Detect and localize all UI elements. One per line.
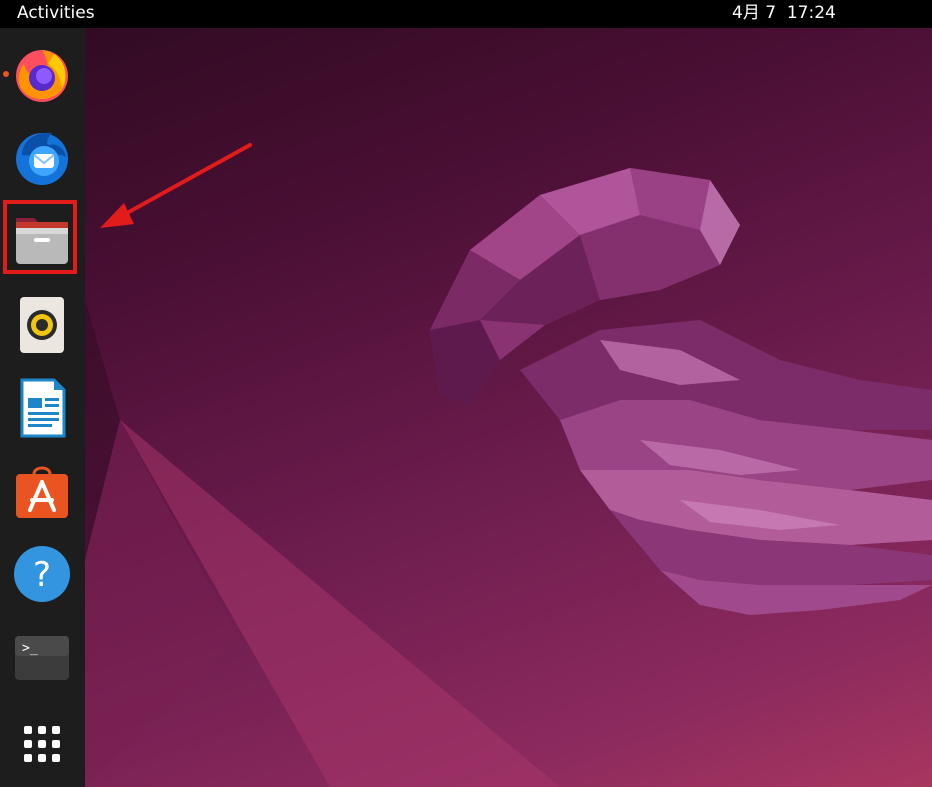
- terminal-icon: >_: [15, 636, 69, 680]
- terminal-prompt: >_: [22, 641, 38, 656]
- wallpaper-jellyfish: [85, 168, 932, 787]
- dock-item-rhythmbox[interactable]: [10, 293, 74, 357]
- app-grid-icon: [24, 726, 60, 762]
- dock-item-help[interactable]: ?: [10, 542, 74, 606]
- dock-item-thunderbird[interactable]: [10, 125, 74, 189]
- top-bar: Activities 4月 7 17:24: [0, 0, 932, 28]
- dock-item-firefox[interactable]: [10, 42, 74, 106]
- dock: ? >_: [0, 28, 85, 787]
- dock-item-files[interactable]: [10, 206, 74, 270]
- dock-item-terminal[interactable]: >_: [10, 628, 74, 692]
- writer-document-icon: [20, 378, 66, 438]
- running-indicator: [3, 71, 9, 77]
- help-glyph: ?: [33, 555, 51, 595]
- activities-button[interactable]: Activities: [17, 0, 95, 26]
- help-icon: ?: [14, 546, 70, 602]
- dock-item-writer[interactable]: [10, 376, 74, 440]
- desktop: Activities 4月 7 17:24 ? >_: [0, 0, 932, 787]
- show-applications-button[interactable]: [10, 712, 74, 776]
- dock-item-app-center[interactable]: [10, 458, 74, 522]
- firefox-icon: [16, 50, 68, 102]
- speaker-icon: [20, 297, 64, 353]
- thunderbird-icon: [16, 132, 68, 185]
- files-folder-icon: [16, 218, 68, 264]
- clock[interactable]: 4月 7 17:24: [732, 0, 836, 26]
- shopping-bag-icon: [16, 466, 68, 518]
- annotation-arrow: [100, 143, 252, 228]
